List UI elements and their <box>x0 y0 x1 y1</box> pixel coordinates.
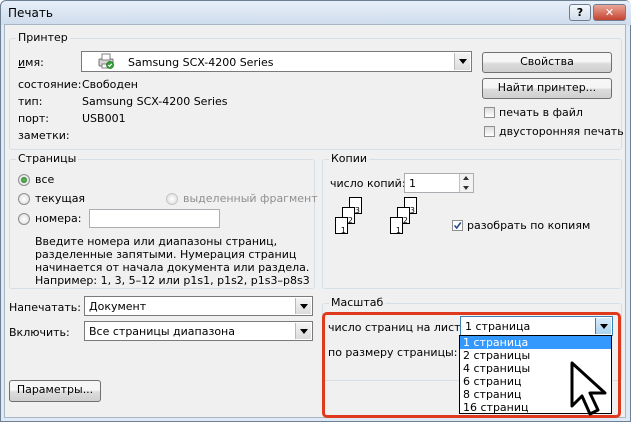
copies-group-title: Копии <box>329 152 370 165</box>
status-label: состояние: <box>18 78 82 91</box>
chevron-down-icon <box>300 304 308 309</box>
pages-numbers-radio[interactable] <box>18 213 30 225</box>
include-select[interactable]: Все страницы диапазона <box>84 321 313 341</box>
help-button[interactable]: ? <box>569 4 591 21</box>
pages-numbers-label: номера: <box>35 212 82 225</box>
title-bar: Печать ? ✕ <box>1 1 631 25</box>
duplex-checkbox[interactable] <box>484 126 495 137</box>
copies-spin-up-button[interactable] <box>459 174 473 183</box>
find-printer-button-label: Найти принтер... <box>497 81 597 94</box>
port-label: порт: <box>18 112 50 125</box>
pages-current-radio[interactable] <box>18 193 30 205</box>
mouse-cursor-icon <box>570 361 607 416</box>
dialog-title: Печать <box>8 6 53 20</box>
printer-group-title: Принтер <box>16 31 70 44</box>
duplex-label: двусторонняя печать <box>499 125 624 138</box>
print-to-file-label: печать в файл <box>499 106 583 119</box>
print-what-select[interactable]: Документ <box>84 296 313 316</box>
include-value: Все страницы диапазона <box>89 325 235 338</box>
collate-stack-icon-1: 3 2 1 <box>329 197 369 251</box>
status-value: Свободен <box>82 78 138 91</box>
properties-button[interactable]: Свойства <box>482 52 612 73</box>
printer-name-value: Samsung SCX-4200 Series <box>128 56 274 69</box>
pages-selection-label: выделенный фрагмент <box>183 192 318 205</box>
copies-count-value: 1 <box>409 177 416 190</box>
printer-name-select[interactable]: Samsung SCX-4200 Series <box>81 51 472 72</box>
spin-up-icon <box>463 176 469 180</box>
close-button[interactable]: ✕ <box>593 4 626 21</box>
print-what-value: Документ <box>89 300 147 313</box>
pages-current-label: текущая <box>35 192 86 205</box>
copies-count-label: число копий: <box>330 177 406 190</box>
collate-checkbox[interactable] <box>452 220 463 231</box>
include-label: Включить: <box>9 326 70 339</box>
print-what-dropdown-button[interactable] <box>295 298 311 314</box>
pages-hint-line-2: разделенные запятыми. Нумерация страниц <box>35 248 297 261</box>
options-button[interactable]: Параметры... <box>9 380 101 402</box>
printer-name-label: имя: <box>18 56 44 69</box>
pages-all-radio[interactable] <box>18 174 30 186</box>
pages-group-title: Страницы <box>16 152 79 165</box>
printer-name-dropdown-button[interactable] <box>454 53 470 70</box>
type-label: тип: <box>18 95 43 108</box>
print-to-file-checkbox[interactable] <box>484 107 495 118</box>
printer-icon <box>98 53 114 69</box>
options-button-label: Параметры... <box>16 383 94 396</box>
page-icon: 1 <box>390 217 403 235</box>
chevron-down-icon <box>300 329 308 334</box>
collate-label: разобрать по копиям <box>467 219 591 232</box>
pages-hint-line-1: Введите номера или диапазоны страниц, <box>35 235 278 248</box>
pages-hint-line-3: начинается от начала документа или разде… <box>35 261 310 274</box>
close-icon: ✕ <box>604 6 615 19</box>
pages-selection-radio[interactable] <box>166 193 178 205</box>
checkmark-icon <box>453 222 462 230</box>
include-dropdown-button[interactable] <box>295 323 311 339</box>
type-value: Samsung SCX-4200 Series <box>82 95 228 108</box>
scale-group-title: Масштаб <box>329 296 386 309</box>
help-icon: ? <box>576 6 584 19</box>
notes-label: заметки: <box>18 129 70 142</box>
properties-button-label: Свойства <box>520 55 574 68</box>
pages-hint-line-4: Например: 1, 3, 5–12 или p1s1, p1s2, p1s… <box>35 274 310 287</box>
collate-stack-icon-2: 3 2 1 <box>384 197 424 251</box>
port-value: USB001 <box>82 112 126 125</box>
pages-all-label: все <box>35 173 55 186</box>
copies-count-input[interactable]: 1 <box>404 173 474 193</box>
spin-down-icon <box>463 186 469 190</box>
pages-numbers-input[interactable] <box>89 209 220 228</box>
copies-spin-down-button[interactable] <box>459 183 473 192</box>
page-icon: 1 <box>335 217 348 235</box>
print-what-label: Напечатать: <box>9 301 81 314</box>
find-printer-button[interactable]: Найти принтер... <box>482 78 612 99</box>
chevron-down-icon <box>459 59 467 64</box>
